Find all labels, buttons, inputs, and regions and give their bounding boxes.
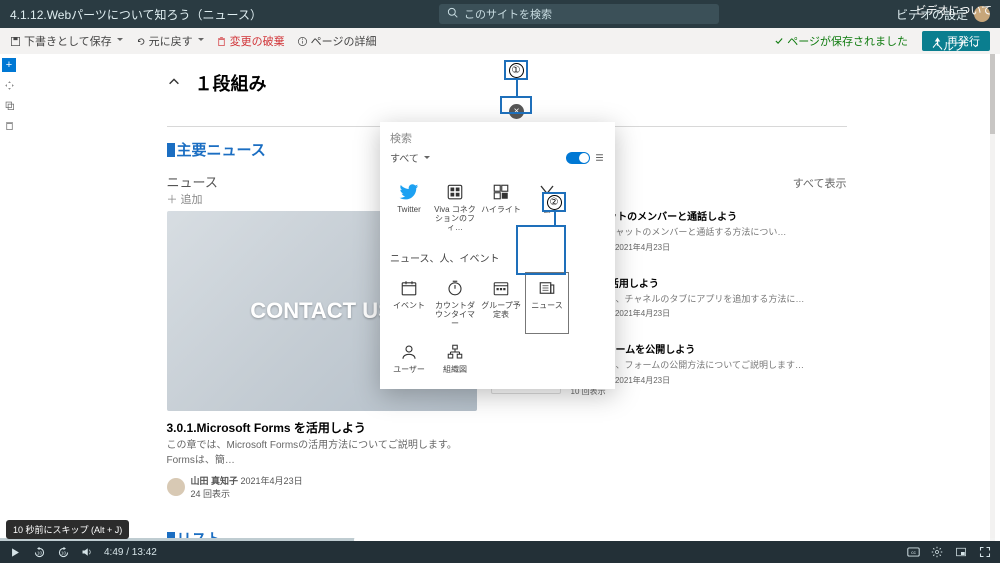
hero-desc: この章では、Microsoft Formsの活用方法についてご説明します。 Fo…: [167, 438, 477, 468]
hero-title: 3.0.1.Microsoft Forms を活用しよう: [167, 419, 477, 436]
wp-events[interactable]: イベント: [386, 271, 432, 334]
twitter-icon: [398, 181, 420, 203]
calendar-icon: [398, 277, 420, 299]
volume-button[interactable]: [80, 545, 94, 559]
annotation-box-1: [500, 96, 532, 114]
filter-all[interactable]: すべて: [390, 150, 430, 165]
captions-button[interactable]: cc: [906, 545, 920, 559]
wp-news[interactable]: ニュース: [524, 271, 570, 334]
video-time: 4:49 / 13:42: [104, 547, 157, 558]
annotation-label-1: ①: [504, 60, 528, 80]
copy-icon[interactable]: [2, 98, 16, 112]
video-about-overlay: ビデオについて: [915, 2, 992, 18]
video-control-bar: 10 10 4:49 / 13:42 cc: [0, 541, 1000, 563]
webpart-toolbox: 検索 すべて Twitter Viva コネクションのフィ… ハイライト: [380, 122, 615, 389]
section-toolbox-strip: +: [0, 54, 18, 541]
fullscreen-button[interactable]: [978, 545, 992, 559]
add-news-link[interactable]: ＋ 追加: [167, 191, 218, 207]
help-overlay[interactable]: ヘルプ: [932, 38, 980, 54]
wp-countdown[interactable]: カウントダウンタイマー: [432, 271, 478, 334]
play-button[interactable]: [8, 545, 22, 559]
pip-button[interactable]: [954, 545, 968, 559]
saved-status: ページが保存されました: [774, 33, 908, 49]
suite-header: 4.1.12.Webパーツについて知ろう（ニュース） このサイトを検索 ビデオの…: [0, 0, 1000, 28]
search-placeholder: このサイトを検索: [464, 6, 552, 22]
highlight-icon: [490, 181, 512, 203]
svg-text:10: 10: [37, 550, 42, 555]
settings-button[interactable]: [930, 545, 944, 559]
wp-people[interactable]: ユーザー: [386, 335, 432, 381]
webpart-title-news: ニュース: [167, 172, 218, 191]
list-view-icon[interactable]: [594, 152, 605, 163]
toolbox-search[interactable]: 検索: [380, 122, 615, 148]
delete-icon[interactable]: [2, 118, 16, 132]
toolbox-category: ニュース、人、イベント: [380, 246, 615, 267]
annotation-box-2: [516, 225, 566, 275]
annotation-connector-2: [554, 212, 556, 225]
skip-back-button[interactable]: 10: [32, 545, 46, 559]
author-avatar: [167, 478, 185, 496]
chevron-up-icon[interactable]: [167, 73, 181, 94]
annotation-connector-1: [516, 78, 518, 96]
scrollbar[interactable]: [990, 54, 995, 541]
move-icon[interactable]: [2, 78, 16, 92]
user-icon: [398, 341, 420, 363]
wp-viva[interactable]: Viva コネクションのフィ…: [432, 175, 478, 238]
wp-orgchart[interactable]: 組織図: [432, 335, 478, 381]
hero-byline: 山田 真知子 2021年4月23日 24 回表示: [167, 474, 477, 500]
timer-icon: [444, 277, 466, 299]
svg-text:10: 10: [61, 550, 66, 555]
add-section-button[interactable]: +: [2, 58, 16, 72]
orgchart-icon: [444, 341, 466, 363]
see-all-link[interactable]: すべて表示: [793, 175, 847, 191]
news-icon: [536, 277, 558, 299]
page-title: 4.1.12.Webパーツについて知ろう（ニュース）: [10, 6, 262, 23]
annotation-label-2: ②: [542, 192, 566, 212]
wp-group-calendar[interactable]: グループ予定表: [478, 271, 524, 334]
command-bar: 下書きとして保存 元に戻す 変更の破棄 ページの詳細 ページが保存されました 再…: [0, 28, 1000, 54]
view-toggle[interactable]: [566, 152, 590, 164]
site-search[interactable]: このサイトを検索: [439, 4, 719, 24]
skip-fwd-button[interactable]: 10: [56, 545, 70, 559]
svg-text:cc: cc: [911, 551, 916, 556]
discard-button[interactable]: 変更の破棄: [216, 33, 285, 49]
page-details-button[interactable]: ページの詳細: [297, 33, 377, 49]
viva-icon: [444, 181, 466, 203]
search-icon: [447, 7, 458, 21]
wp-twitter[interactable]: Twitter: [386, 175, 432, 238]
undo-button[interactable]: 元に戻す: [135, 33, 204, 49]
skip-tooltip: 10 秒前にスキップ (Alt + J): [6, 520, 129, 539]
save-as-draft-button[interactable]: 下書きとして保存: [10, 33, 123, 49]
group-calendar-icon: [490, 277, 512, 299]
